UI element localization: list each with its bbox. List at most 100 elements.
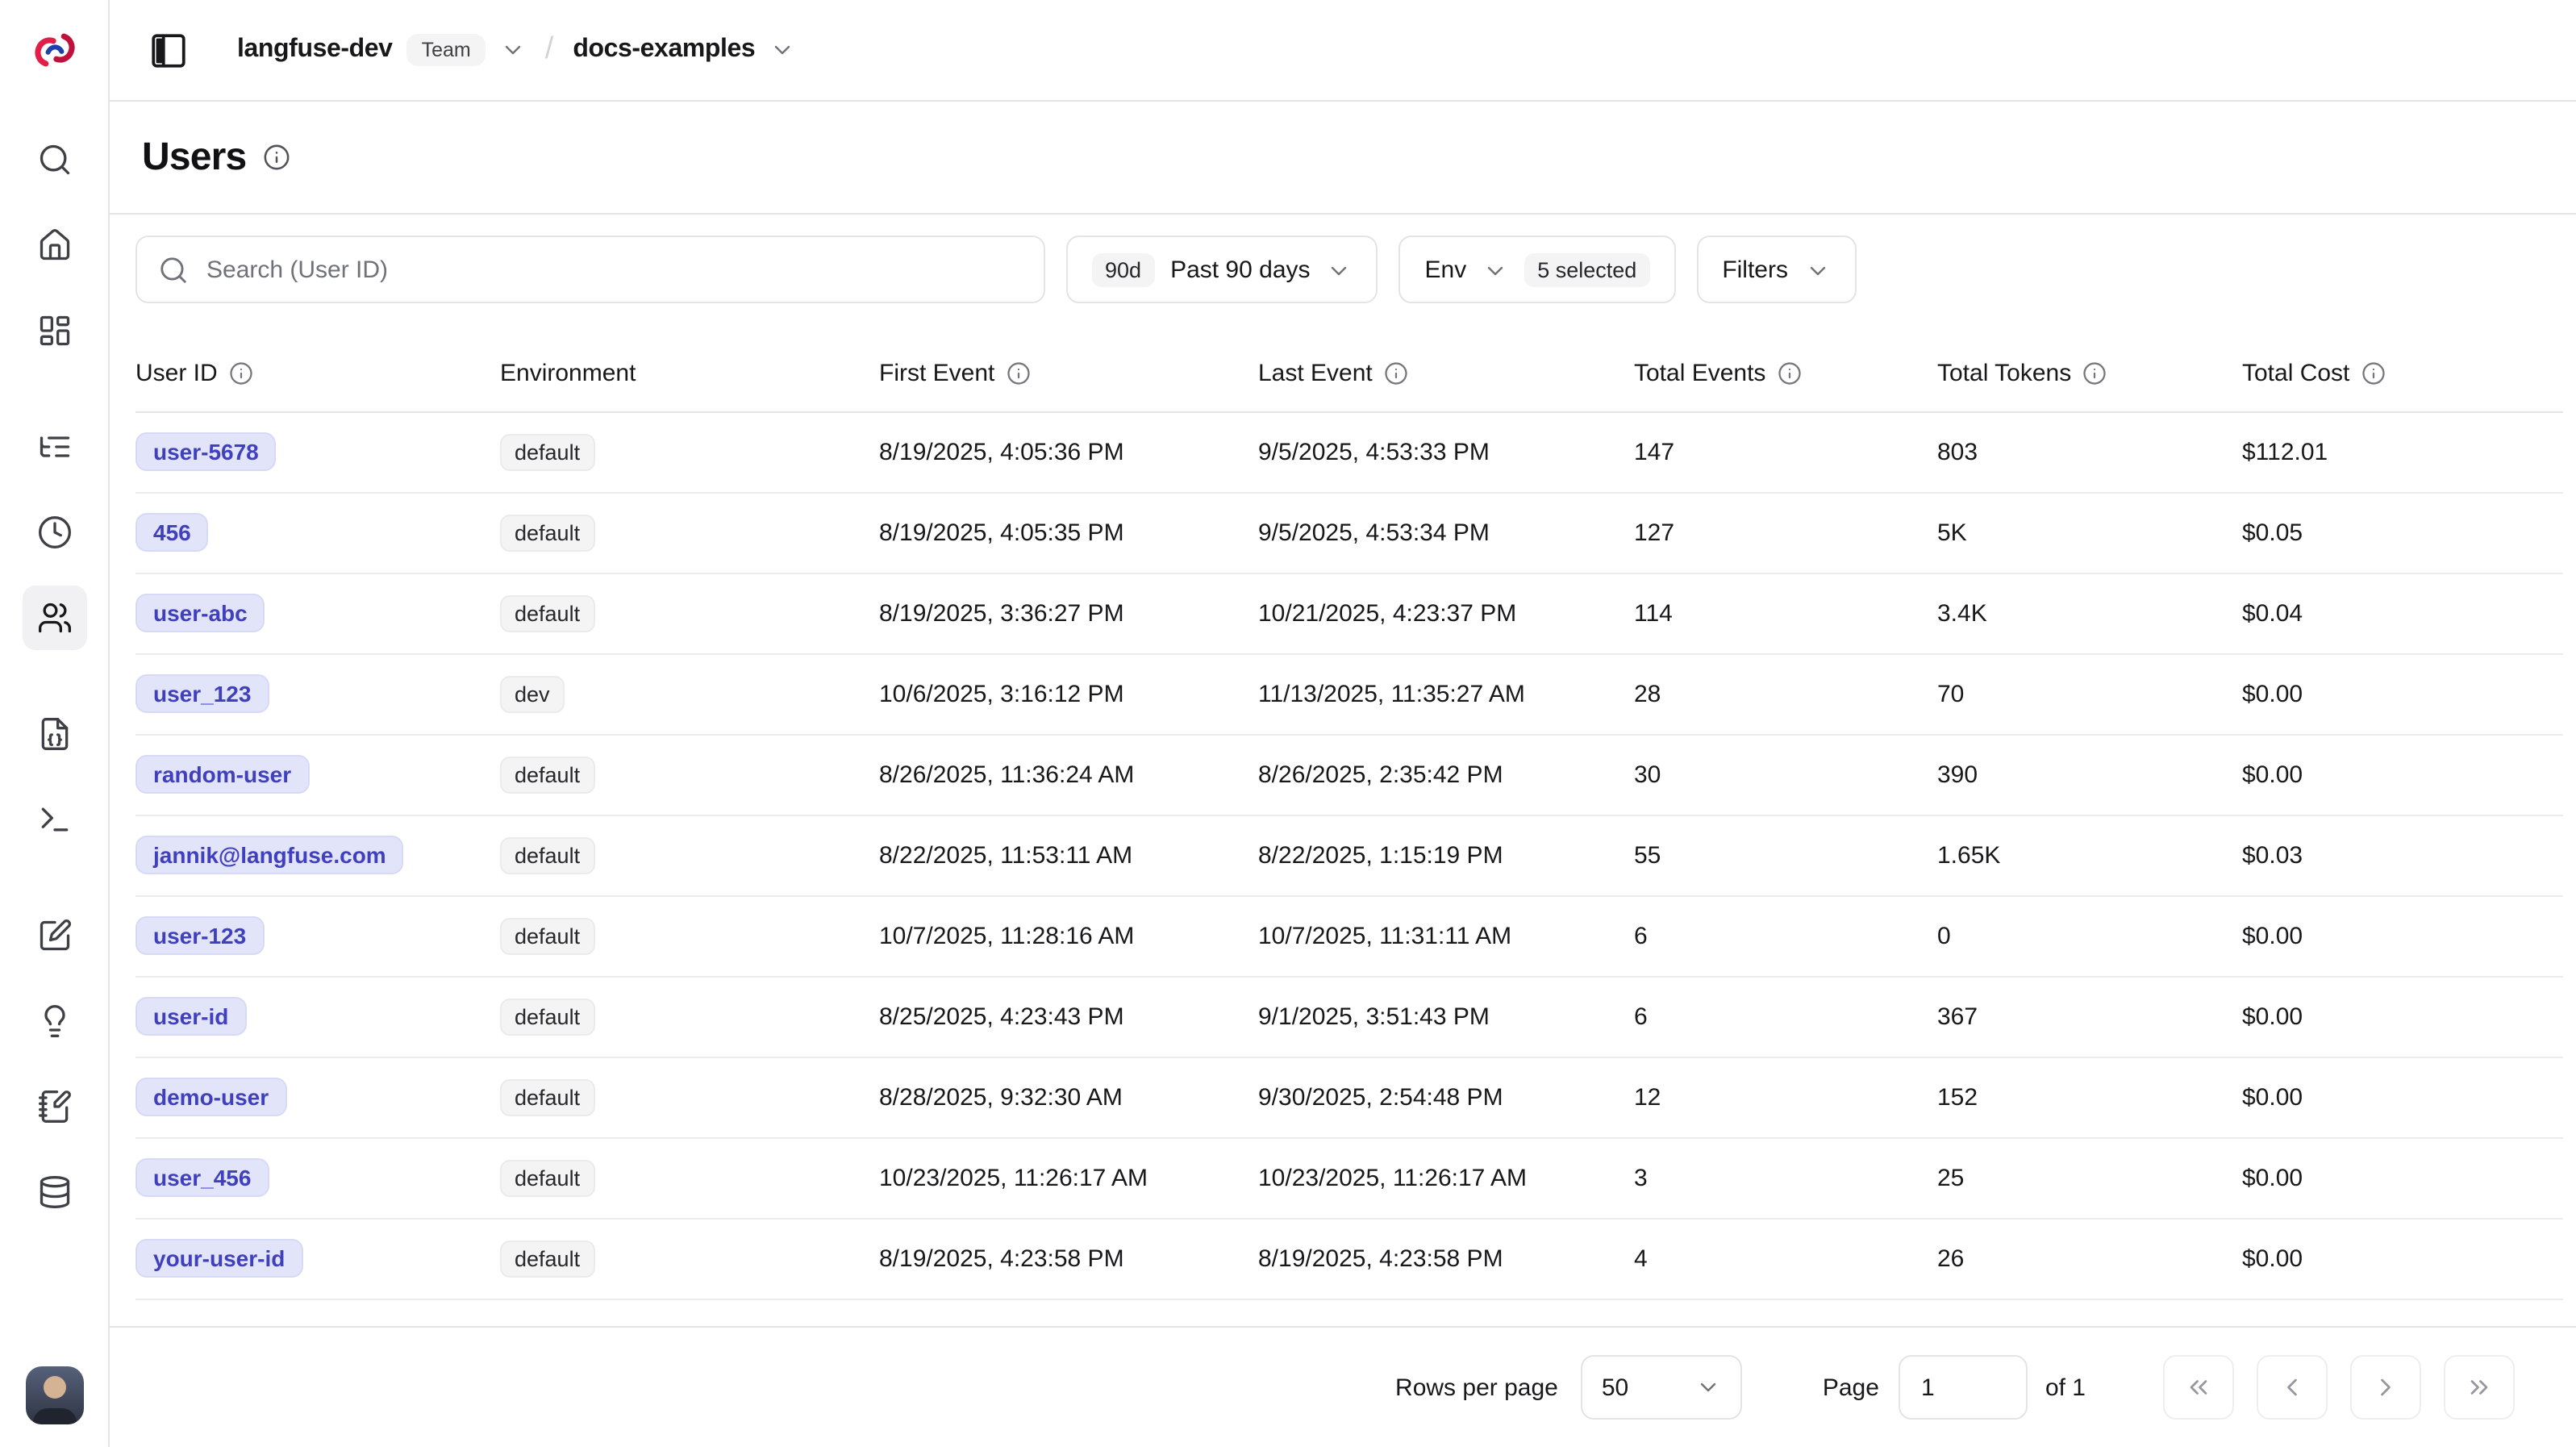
user-id-badge[interactable]: your-user-id [135, 1239, 302, 1278]
column-label: Total Tokens [1937, 361, 2071, 388]
environment-badge: default [500, 756, 594, 793]
user-id-badge[interactable]: random-user [135, 755, 309, 794]
sidebar-item-playground[interactable] [22, 787, 86, 852]
environment-cell: dev [500, 653, 879, 734]
column-header-total-cost[interactable]: Total Cost [2242, 337, 2563, 411]
total-events-cell: 114 [1634, 573, 1937, 653]
env-selected-badge: 5 selected [1524, 252, 1649, 286]
langfuse-logo[interactable] [28, 24, 80, 76]
filters-button[interactable]: Filters [1696, 236, 1856, 303]
user-avatar[interactable] [26, 1366, 84, 1424]
total-tokens-cell: 152 [1937, 1057, 2242, 1137]
date-range-button[interactable]: 90d Past 90 days [1066, 236, 1378, 303]
next-page-button[interactable] [2350, 1355, 2421, 1420]
environment-cell: default [500, 411, 879, 492]
column-header-user-id[interactable]: User ID [135, 337, 500, 411]
notebook-pen-icon [36, 1089, 72, 1124]
table-row[interactable]: user-abc default 8/19/2025, 3:36:27 PM 1… [135, 573, 2563, 653]
info-icon[interactable] [1384, 362, 1408, 386]
last-page-button[interactable] [2444, 1355, 2515, 1420]
column-header-environment[interactable]: Environment [500, 337, 879, 411]
square-pen-icon [36, 918, 72, 953]
sidebar-item-search[interactable] [22, 127, 86, 192]
table-row[interactable]: your-user-id default 8/19/2025, 4:23:58 … [135, 1218, 2563, 1299]
search-icon [158, 254, 189, 285]
info-icon[interactable] [1777, 362, 1801, 386]
column-header-total-tokens[interactable]: Total Tokens [1937, 337, 2242, 411]
last-event-cell: 10/7/2025, 11:31:11 AM [1258, 895, 1634, 976]
first-event-cell: 10/7/2025, 11:28:16 AM [879, 895, 1258, 976]
project-name: langfuse-dev [237, 35, 393, 65]
info-icon[interactable] [262, 144, 290, 171]
project-switcher[interactable]: docs-examples [573, 35, 795, 65]
total-events-cell: 6 [1634, 895, 1937, 976]
table-row[interactable]: user-id default 8/25/2025, 4:23:43 PM 9/… [135, 976, 2563, 1057]
column-header-total-events[interactable]: Total Events [1634, 337, 1937, 411]
user-id-badge[interactable]: user-5678 [135, 432, 277, 471]
user-id-badge[interactable]: user-id [135, 997, 246, 1036]
chevron-down-icon [1482, 257, 1508, 283]
topbar: langfuse-dev Team / docs-examples [110, 0, 2576, 102]
user-id-badge[interactable]: user-abc [135, 594, 265, 632]
page-number-input[interactable] [1899, 1355, 2028, 1420]
info-icon[interactable] [229, 362, 253, 386]
column-header-last-event[interactable]: Last Event [1258, 337, 1634, 411]
sidebar-item-prompts[interactable] [22, 702, 86, 766]
breadcrumb: langfuse-dev Team / docs-examples [237, 32, 795, 68]
table-row[interactable]: user-5678 default 8/19/2025, 4:05:36 PM … [135, 411, 2563, 492]
user-id-badge[interactable]: user_123 [135, 674, 269, 713]
last-event-cell: 11/13/2025, 11:35:27 AM [1258, 653, 1634, 734]
sidebar-item-sessions[interactable] [22, 500, 86, 565]
table-row[interactable]: random-user default 8/26/2025, 11:36:24 … [135, 734, 2563, 815]
org-switcher[interactable]: langfuse-dev Team [237, 34, 526, 66]
sidebar-item-users[interactable] [22, 586, 86, 650]
user-id-badge[interactable]: user_456 [135, 1158, 269, 1197]
last-event-cell: 10/23/2025, 11:26:17 AM [1258, 1137, 1634, 1218]
environment-badge: default [500, 998, 594, 1035]
user-id-badge[interactable]: jannik@langfuse.com [135, 836, 404, 874]
table-row[interactable]: user_123 dev 10/6/2025, 3:16:12 PM 11/13… [135, 653, 2563, 734]
environment-badge: default [500, 514, 594, 551]
table-row[interactable]: 456 default 8/19/2025, 4:05:35 PM 9/5/20… [135, 492, 2563, 573]
sidebar-toggle-button[interactable] [142, 23, 195, 77]
user-id-cell: user-id [135, 976, 500, 1057]
table-row[interactable]: demo-user default 8/28/2025, 9:32:30 AM … [135, 1057, 2563, 1137]
column-header-first-event[interactable]: First Event [879, 337, 1258, 411]
search-input[interactable] [206, 256, 1023, 283]
rows-per-page-select[interactable]: 50 [1581, 1355, 1742, 1420]
first-event-cell: 8/26/2025, 11:36:24 AM [879, 734, 1258, 815]
search-icon [36, 142, 72, 177]
sidebar-item-annotation[interactable] [22, 1074, 86, 1139]
first-event-cell: 8/28/2025, 9:32:30 AM [879, 1057, 1258, 1137]
table-row[interactable]: jannik@langfuse.com default 8/22/2025, 1… [135, 815, 2563, 895]
user-id-cell: your-user-id [135, 1218, 500, 1299]
info-icon[interactable] [1006, 362, 1030, 386]
sidebar-item-insights[interactable] [22, 989, 86, 1053]
first-event-cell: 8/25/2025, 4:23:43 PM [879, 976, 1258, 1057]
rows-per-page-label: Rows per page [1395, 1374, 1558, 1401]
total-tokens-cell: 70 [1937, 653, 2242, 734]
sidebar-item-tracing[interactable] [22, 415, 86, 479]
environment-badge: default [500, 594, 594, 632]
sidebar-item-home[interactable] [22, 213, 86, 277]
pagination-buttons [2163, 1355, 2515, 1420]
sidebar-item-evals[interactable] [22, 903, 86, 968]
table-row[interactable]: user_456 default 10/23/2025, 11:26:17 AM… [135, 1137, 2563, 1218]
environment-filter-button[interactable]: Env 5 selected [1399, 236, 1676, 303]
sidebar-item-datasets[interactable] [22, 1160, 86, 1224]
sidebar-item-dashboards[interactable] [22, 298, 86, 363]
user-id-badge[interactable]: user-123 [135, 916, 264, 955]
previous-page-button[interactable] [2257, 1355, 2328, 1420]
first-page-button[interactable] [2163, 1355, 2234, 1420]
total-tokens-cell: 26 [1937, 1218, 2242, 1299]
chevron-down-icon [500, 37, 526, 63]
total-tokens-cell: 3.4K [1937, 573, 2242, 653]
last-event-cell: 8/26/2025, 2:35:42 PM [1258, 734, 1634, 815]
info-icon[interactable] [2361, 362, 2385, 386]
environment-cell: default [500, 895, 879, 976]
table-row[interactable]: user-123 default 10/7/2025, 11:28:16 AM … [135, 895, 2563, 976]
info-icon[interactable] [2082, 362, 2107, 386]
section-name: docs-examples [573, 35, 755, 65]
user-id-badge[interactable]: 456 [135, 513, 209, 552]
user-id-badge[interactable]: demo-user [135, 1078, 286, 1116]
